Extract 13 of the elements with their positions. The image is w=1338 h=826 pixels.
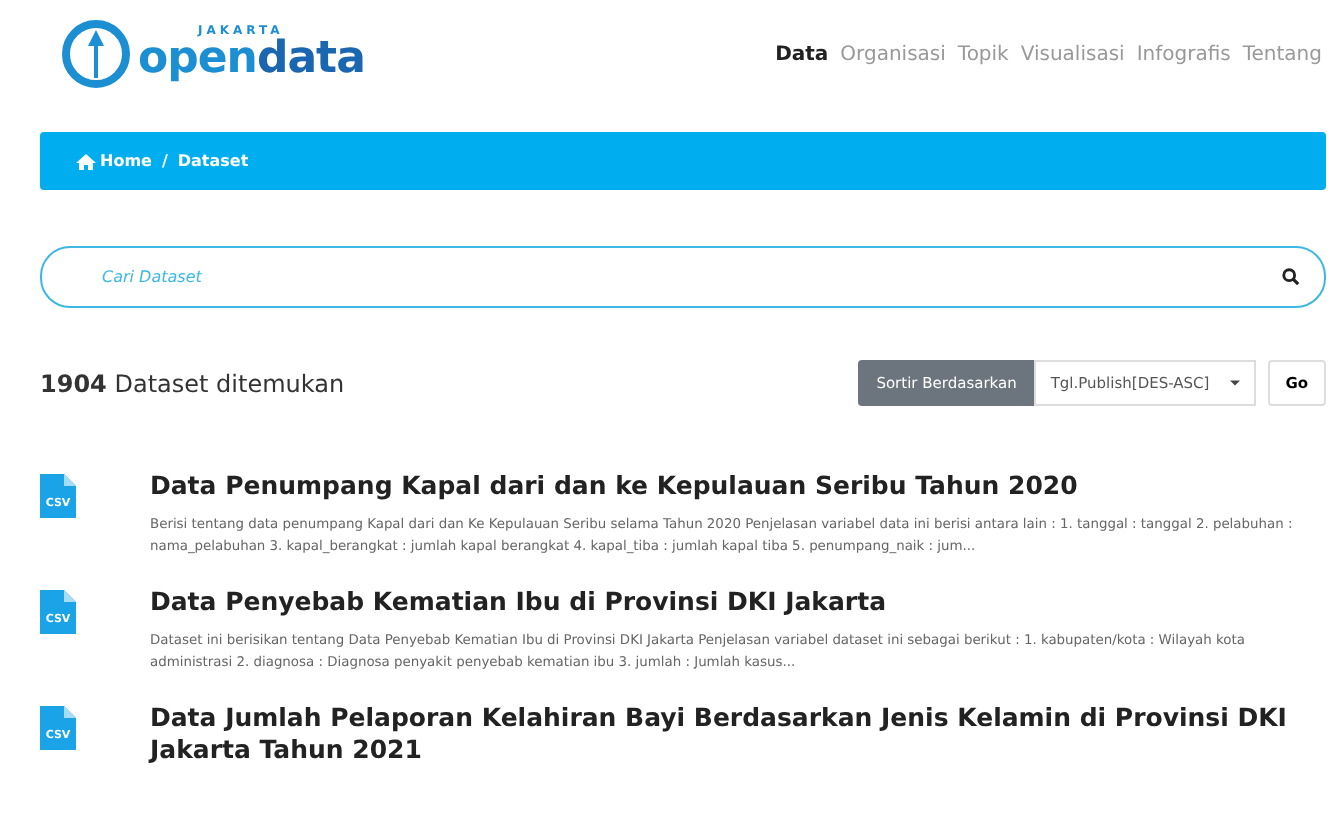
logo-icon: [60, 18, 132, 90]
search-field[interactable]: Cari Dataset: [40, 246, 1326, 308]
caret-icon: [1229, 380, 1240, 386]
breadcrumb-separator: /: [161, 152, 168, 170]
search-icon[interactable]: [1282, 268, 1300, 286]
logo-wordmark: opendata: [138, 38, 365, 82]
dataset-title[interactable]: Data Penyebab Kematian Ibu di Provinsi DKI Jakarta: [150, 586, 1326, 618]
dataset-title[interactable]: Data Penumpang Kapal dari dan ke Kepulauan Seribu Tahun 2020: [150, 470, 1326, 502]
dataset-title[interactable]: Data Jumlah Pelaporan Kelahiran Bayi Berdasarkan Jenis Kelamin di Provinsi DKI Jakarta Tahun 2021: [150, 702, 1326, 765]
breadcrumb-current: Dataset: [177, 152, 249, 170]
home-icon: [76, 153, 96, 169]
results-count: 1904 Dataset ditemukan: [40, 369, 345, 397]
nav-link[interactable]: Data: [775, 43, 829, 65]
